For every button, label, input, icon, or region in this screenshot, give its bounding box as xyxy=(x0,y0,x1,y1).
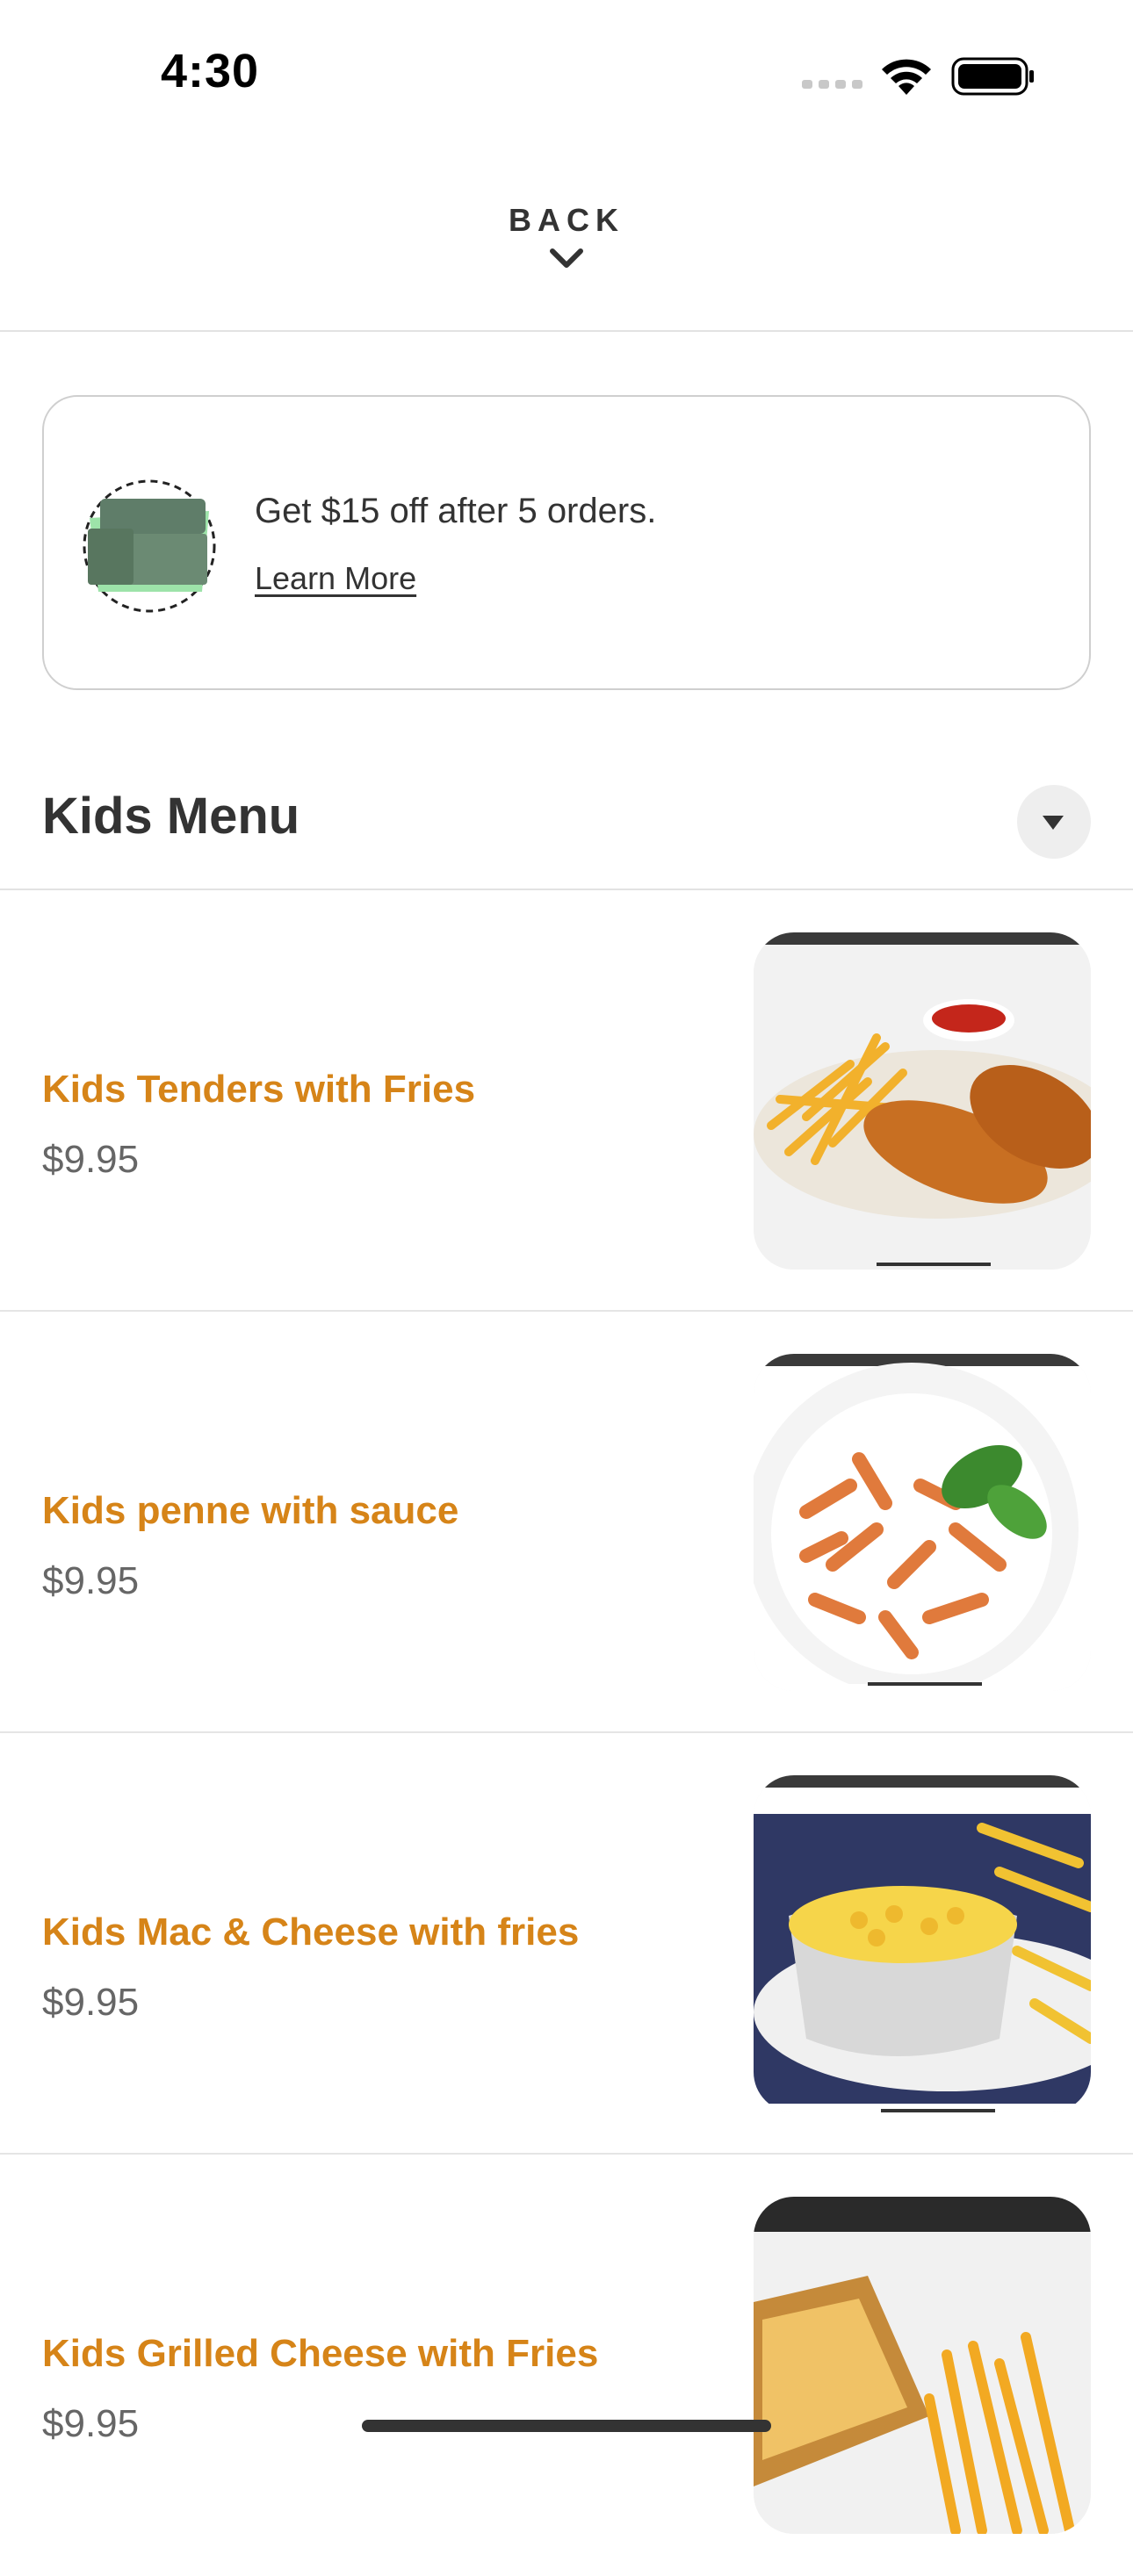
menu-item[interactable]: Kids penne with sauce $9.95 xyxy=(0,1312,1133,1733)
item-price: $9.95 xyxy=(42,1559,140,1602)
header-divider xyxy=(0,330,1133,332)
section-title: Kids Menu xyxy=(42,788,300,845)
battery-icon xyxy=(951,57,1034,96)
status-time: 4:30 xyxy=(161,45,260,97)
item-price: $9.95 xyxy=(42,1138,140,1181)
mac-and-cheese-image xyxy=(754,1775,1091,2112)
caret-down-icon xyxy=(1043,816,1064,830)
item-name: Kids Grilled Cheese with Fries xyxy=(42,2332,599,2375)
item-name: Kids penne with sauce xyxy=(42,1489,459,1532)
item-name: Kids Mac & Cheese with fries xyxy=(42,1910,580,1954)
signal-icon xyxy=(802,80,862,89)
penne-pasta-image xyxy=(754,1354,1091,1691)
learn-more-link[interactable]: Learn More xyxy=(255,560,416,597)
wifi-icon xyxy=(882,59,931,95)
item-price: $9.95 xyxy=(42,2402,140,2445)
item-name: Kids Tenders with Fries xyxy=(42,1068,476,1111)
chicken-tenders-image xyxy=(754,932,1091,1270)
chevron-down-icon xyxy=(550,248,583,268)
back-label: BACK xyxy=(509,202,624,238)
menu-item[interactable]: Kids Tenders with Fries $9.95 xyxy=(0,890,1133,1312)
home-indicator[interactable] xyxy=(362,2420,771,2432)
promo-text: Get $15 off after 5 orders. xyxy=(255,492,657,530)
grilled-cheese-image xyxy=(754,2197,1091,2534)
back-button[interactable]: BACK xyxy=(479,202,654,299)
item-price: $9.95 xyxy=(42,1981,140,2024)
menu-item[interactable]: Kids Grilled Cheese with Fries $9.95 xyxy=(0,2155,1133,2576)
menu-item[interactable]: Kids Mac & Cheese with fries $9.95 xyxy=(0,1733,1133,2155)
bag-icon xyxy=(83,479,216,613)
status-bar: 4:30 xyxy=(0,0,1133,140)
section-collapse-button[interactable] xyxy=(1017,785,1091,859)
rewards-promo-card: Get $15 off after 5 orders. Learn More xyxy=(42,395,1091,690)
